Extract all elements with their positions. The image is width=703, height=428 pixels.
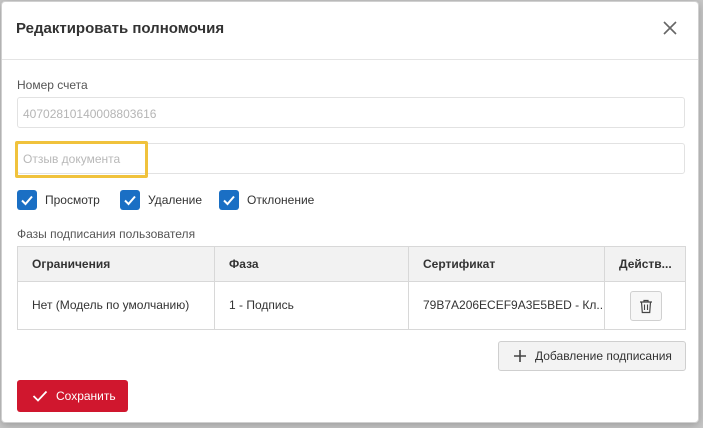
cell-phase: 1 - Подпись <box>215 282 409 329</box>
save-label: Сохранить <box>56 389 116 403</box>
close-icon <box>663 21 677 35</box>
delete-checkbox[interactable] <box>120 190 140 210</box>
signing-phases-label: Фазы подписания пользователя <box>17 227 196 241</box>
view-checkbox[interactable] <box>17 190 37 210</box>
signing-phases-table: Ограничения Фаза Сертификат Действ... Не… <box>17 246 686 330</box>
permission-reject[interactable]: Отклонение <box>219 189 314 211</box>
delete-row-button[interactable] <box>630 291 662 321</box>
table-row[interactable]: Нет (Модель по умолчанию) 1 - Подпись 79… <box>18 282 685 330</box>
account-number-value: 40702810140008803616 <box>23 107 157 121</box>
checkmark-icon <box>32 390 48 402</box>
edit-permissions-dialog: Редактировать полномочия Номер счета 407… <box>1 1 699 423</box>
add-signing-button[interactable]: Добавление подписания <box>498 341 686 371</box>
dialog-title: Редактировать полномочия <box>16 20 225 37</box>
document-recall-input[interactable] <box>17 143 685 174</box>
add-signing-label: Добавление подписания <box>535 349 672 363</box>
account-number-label: Номер счета <box>17 78 88 92</box>
trash-icon <box>640 299 652 313</box>
checkmark-icon <box>124 195 136 206</box>
dialog-header: Редактировать полномочия <box>2 2 698 60</box>
permission-view[interactable]: Просмотр <box>17 189 100 211</box>
cell-certificate: 79B7A206ECEF9A3E5BED - Кл... <box>409 282 605 329</box>
column-header-certificate[interactable]: Сертификат <box>409 247 605 282</box>
checkmark-icon <box>21 195 33 206</box>
table-header: Ограничения Фаза Сертификат Действ... <box>18 247 685 282</box>
cell-restriction: Нет (Модель по умолчанию) <box>18 282 215 329</box>
delete-label: Удаление <box>148 193 203 207</box>
column-header-restrictions[interactable]: Ограничения <box>18 247 215 282</box>
reject-label: Отклонение <box>247 193 315 207</box>
save-button[interactable]: Сохранить <box>17 380 128 412</box>
column-header-actions[interactable]: Действ... <box>605 247 685 282</box>
reject-checkbox[interactable] <box>219 190 239 210</box>
permission-delete[interactable]: Удаление <box>120 189 202 211</box>
view-label: Просмотр <box>45 193 100 207</box>
close-button[interactable] <box>660 18 680 38</box>
column-header-phase[interactable]: Фаза <box>215 247 409 282</box>
checkmark-icon <box>223 195 235 206</box>
plus-icon <box>514 350 526 362</box>
